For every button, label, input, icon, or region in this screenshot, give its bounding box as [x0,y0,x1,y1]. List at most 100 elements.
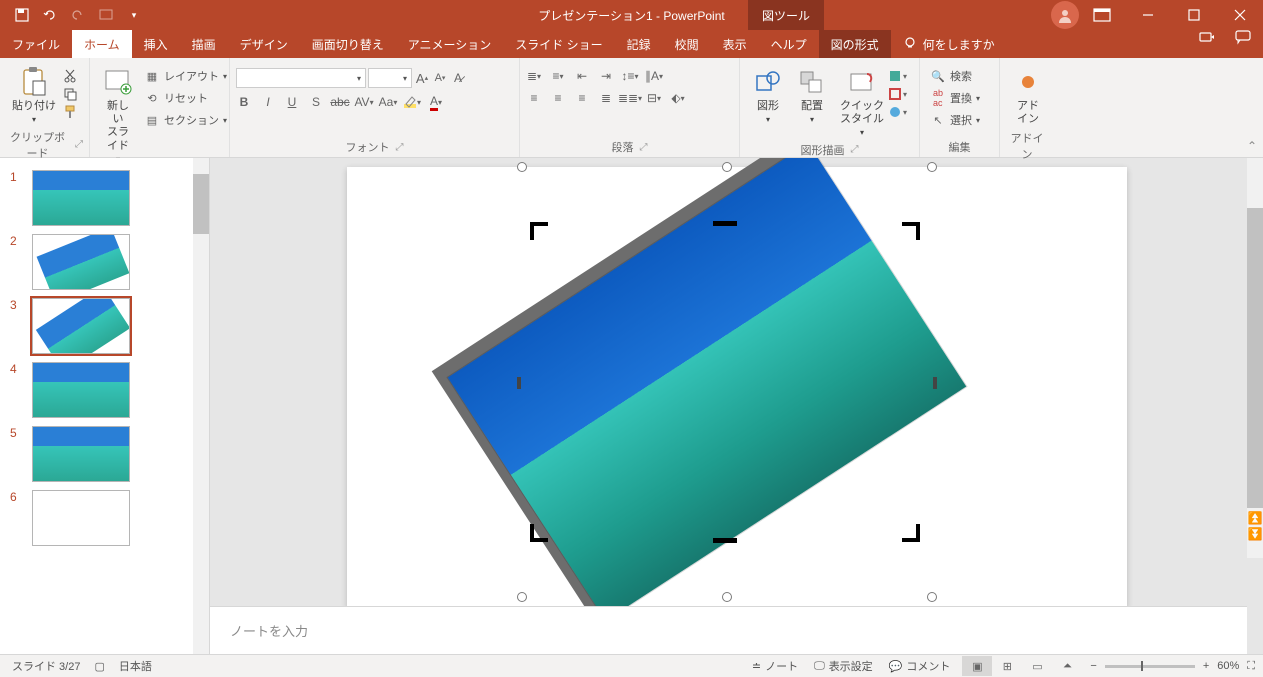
normal-view-icon[interactable]: ▣ [962,656,992,676]
tab-review[interactable]: 校閲 [663,30,711,58]
columns-icon[interactable]: ≣≣▾ [622,90,638,106]
thumbnail-slide-4[interactable]: 4 [0,358,209,422]
justify-icon[interactable]: ≣ [598,90,614,106]
font-launcher-icon[interactable]: ⤢ [396,142,404,153]
increase-font-icon[interactable]: A▴ [414,70,430,86]
fit-to-window-icon[interactable]: ⛶ [1247,660,1255,673]
align-left-icon[interactable]: ≡ [526,90,542,106]
align-center-icon[interactable]: ≡ [550,90,566,106]
start-from-beginning-icon[interactable] [96,5,116,25]
tab-animations[interactable]: アニメーション [396,30,504,58]
slide-sorter-icon[interactable]: ⊞ [992,656,1022,676]
tab-record[interactable]: 記録 [615,30,663,58]
shape-effects-icon[interactable]: ▾ [890,104,906,120]
redo-icon[interactable] [68,5,88,25]
change-case-icon[interactable]: Aa▾ [380,94,396,110]
close-button[interactable] [1217,0,1263,30]
underline-icon[interactable]: U [284,94,300,110]
language-indicator[interactable]: 日本語 [119,658,152,674]
align-text-icon[interactable]: ⊟▾ [646,90,662,106]
layout-button[interactable]: ▦レイアウト ▾ [140,66,231,86]
font-color-icon[interactable]: A▾ [428,94,444,110]
decrease-font-icon[interactable]: A▾ [432,70,448,86]
font-size-combo[interactable]: ▾ [368,68,412,88]
zoom-percent[interactable]: 60% [1217,660,1239,672]
collapse-ribbon-icon[interactable]: ⌃ [1247,139,1257,153]
new-slide-button[interactable]: 新しい スライド ▾ [96,62,140,168]
thumbnail-slide-5[interactable]: 5 [0,422,209,486]
save-icon[interactable] [12,5,32,25]
qat-customize-icon[interactable]: ▾ [124,5,144,25]
slide-counter[interactable]: スライド 3/27 [12,658,80,674]
thumbnail-slide-3[interactable]: 3 [0,294,209,358]
tab-design[interactable]: デザイン [228,30,300,58]
numbering-icon[interactable]: ≡▾ [550,68,566,84]
strikethrough-icon[interactable]: abc [332,94,348,110]
accessibility-icon[interactable]: ▢ [94,660,104,673]
tab-home[interactable]: ホーム [72,30,132,58]
paragraph-launcher-icon[interactable]: ⤢ [640,142,648,153]
smartart-icon[interactable]: ⬖▾ [670,90,686,106]
clear-formatting-icon[interactable]: A̷ [450,70,466,86]
tell-me-search[interactable]: 何をしますか [891,30,1007,58]
reset-button[interactable]: ⟲リセット [140,88,231,108]
thumbnail-slide-6[interactable]: 6 [0,486,209,550]
tab-help[interactable]: ヘルプ [759,30,819,58]
thumbnail-scrollbar[interactable] [193,158,209,654]
select-button[interactable]: ↖選択▾ [926,110,984,130]
zoom-in-icon[interactable]: + [1203,660,1209,672]
highlight-icon[interactable]: ▾ [404,94,420,110]
ribbon-display-options-icon[interactable] [1079,0,1125,30]
shape-fill-icon[interactable]: ▾ [890,68,906,84]
format-painter-icon[interactable] [62,104,78,120]
tab-slideshow[interactable]: スライド ショー [503,30,614,58]
resize-handle[interactable] [927,592,937,602]
text-direction-icon[interactable]: ∥A▾ [646,68,662,84]
undo-icon[interactable] [40,5,60,25]
tab-draw[interactable]: 描画 [180,30,228,58]
text-shadow-icon[interactable]: S [308,94,324,110]
italic-icon[interactable]: I [260,94,276,110]
thumbnail-slide-1[interactable]: 1 [0,166,209,230]
shape-outline-icon[interactable]: ▾ [890,86,906,102]
font-family-combo[interactable]: ▾ [236,68,366,88]
slide-canvas[interactable] [347,167,1127,606]
maximize-button[interactable] [1171,0,1217,30]
char-spacing-icon[interactable]: AV▾ [356,94,372,110]
resize-handle[interactable] [927,162,937,172]
tab-file[interactable]: ファイル [0,30,72,58]
slide-stage[interactable]: ⏫ ⏬ [210,158,1263,606]
zoom-slider[interactable] [1105,665,1195,668]
prev-slide-icon[interactable]: ⏫ [1247,510,1263,526]
cut-icon[interactable] [62,68,78,84]
tab-insert[interactable]: 挿入 [132,30,180,58]
bold-icon[interactable]: B [236,94,252,110]
tab-view[interactable]: 表示 [711,30,759,58]
find-button[interactable]: 🔍検索 [926,66,984,86]
inserted-picture[interactable] [447,158,966,606]
decrease-indent-icon[interactable]: ⇤ [574,68,590,84]
section-button[interactable]: ▤セクション ▾ [140,110,231,130]
slideshow-view-icon[interactable]: ⏶ [1052,656,1082,676]
align-right-icon[interactable]: ≡ [574,90,590,106]
account-icon[interactable] [1051,1,1079,29]
replace-button[interactable]: abac置換▾ [926,88,984,108]
zoom-out-icon[interactable]: − [1090,660,1096,672]
thumbnail-slide-2[interactable]: 2 [0,230,209,294]
comments-icon[interactable] [1235,30,1251,47]
line-spacing-icon[interactable]: ↕≡▾ [622,68,638,84]
resize-handle[interactable] [722,592,732,602]
resize-handle[interactable] [517,592,527,602]
minimize-button[interactable] [1125,0,1171,30]
notes-pane[interactable]: ノートを入力 [210,606,1247,654]
share-icon[interactable] [1199,30,1215,47]
notes-toggle[interactable]: ≐ノート [748,658,802,674]
paste-button[interactable]: 貼り付け ▾ [6,62,62,129]
quick-styles-button[interactable]: クイック スタイル▾ [834,62,890,142]
bullets-icon[interactable]: ≣▾ [526,68,542,84]
increase-indent-icon[interactable]: ⇥ [598,68,614,84]
next-slide-icon[interactable]: ⏬ [1247,526,1263,542]
tab-transitions[interactable]: 画面切り替え [300,30,396,58]
comments-button[interactable]: 💬コメント [885,658,955,674]
tab-picture-format[interactable]: 図の形式 [819,30,891,58]
